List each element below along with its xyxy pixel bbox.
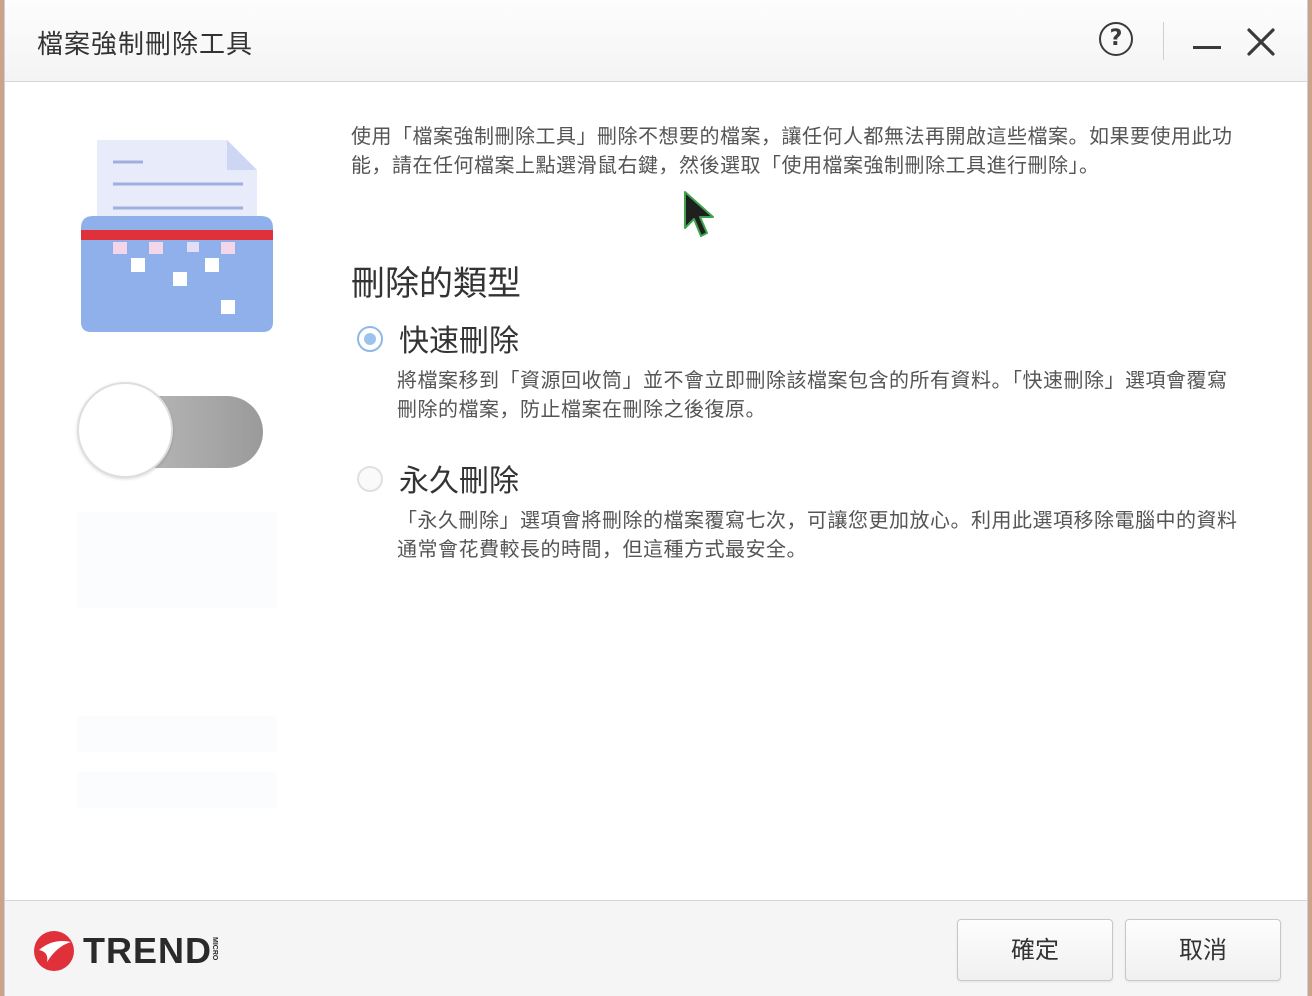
cancel-button[interactable]: 取消 — [1125, 919, 1281, 981]
placeholder-block — [77, 716, 277, 752]
close-button[interactable] — [1245, 26, 1277, 58]
option-description: 將檔案移到「資源回收筒」並不會立即刪除該檔案包含的所有資料。「快速刪除」選項會覆… — [397, 368, 1228, 421]
title-bar[interactable]: 檔案強制刪除工具 ? — [5, 0, 1307, 82]
minimize-icon — [1193, 46, 1221, 49]
placeholder-block — [77, 772, 277, 808]
title-separator — [1163, 22, 1164, 60]
option-label: 永久刪除 — [399, 464, 519, 499]
minimize-button[interactable] — [1193, 26, 1223, 56]
mouse-cursor-icon — [684, 191, 714, 237]
brand-name: TREND — [83, 930, 212, 971]
question-circle-icon: ? — [1109, 26, 1123, 51]
option-label: 快速刪除 — [399, 324, 519, 359]
help-button[interactable]: ? — [1099, 22, 1133, 56]
window-title: 檔案強制刪除工具 — [37, 30, 254, 60]
close-icon — [1247, 28, 1275, 56]
brand-sub: MICRO — [211, 937, 218, 961]
toggle-switch-off[interactable] — [77, 382, 267, 482]
toggle-knob — [77, 382, 173, 478]
radio-permanent-delete[interactable] — [357, 466, 383, 492]
trend-micro-ball-icon — [34, 931, 74, 971]
file-shredder-icon — [77, 136, 273, 336]
option-description: 「永久刪除」選項會將刪除的檔案覆寫七次，可讓您更加放心。利用此選項移除電腦中的資… — [397, 508, 1238, 561]
intro-text: 使用「檔案強制刪除工具」刪除不想要的檔案，讓任何人都無法再開啟這些檔案。如果要使… — [351, 124, 1233, 177]
radio-quick-delete[interactable] — [357, 326, 383, 352]
main-content: 使用「檔案強制刪除工具」刪除不想要的檔案，讓任何人都無法再開啟這些檔案。如果要使… — [351, 122, 1251, 561]
placeholder-block — [77, 512, 277, 608]
section-title: 刪除的類型 — [351, 264, 521, 304]
shredder-window: 檔案強制刪除工具 ? 使用「檔案強制刪除工具」刪除不想要的檔案，讓任何人都無法再… — [4, 0, 1308, 996]
ok-button[interactable]: 確定 — [957, 919, 1113, 981]
trend-micro-logo: TREND MICRO — [33, 931, 233, 971]
footer-bar: TREND MICRO 確定 取消 — [5, 900, 1307, 996]
